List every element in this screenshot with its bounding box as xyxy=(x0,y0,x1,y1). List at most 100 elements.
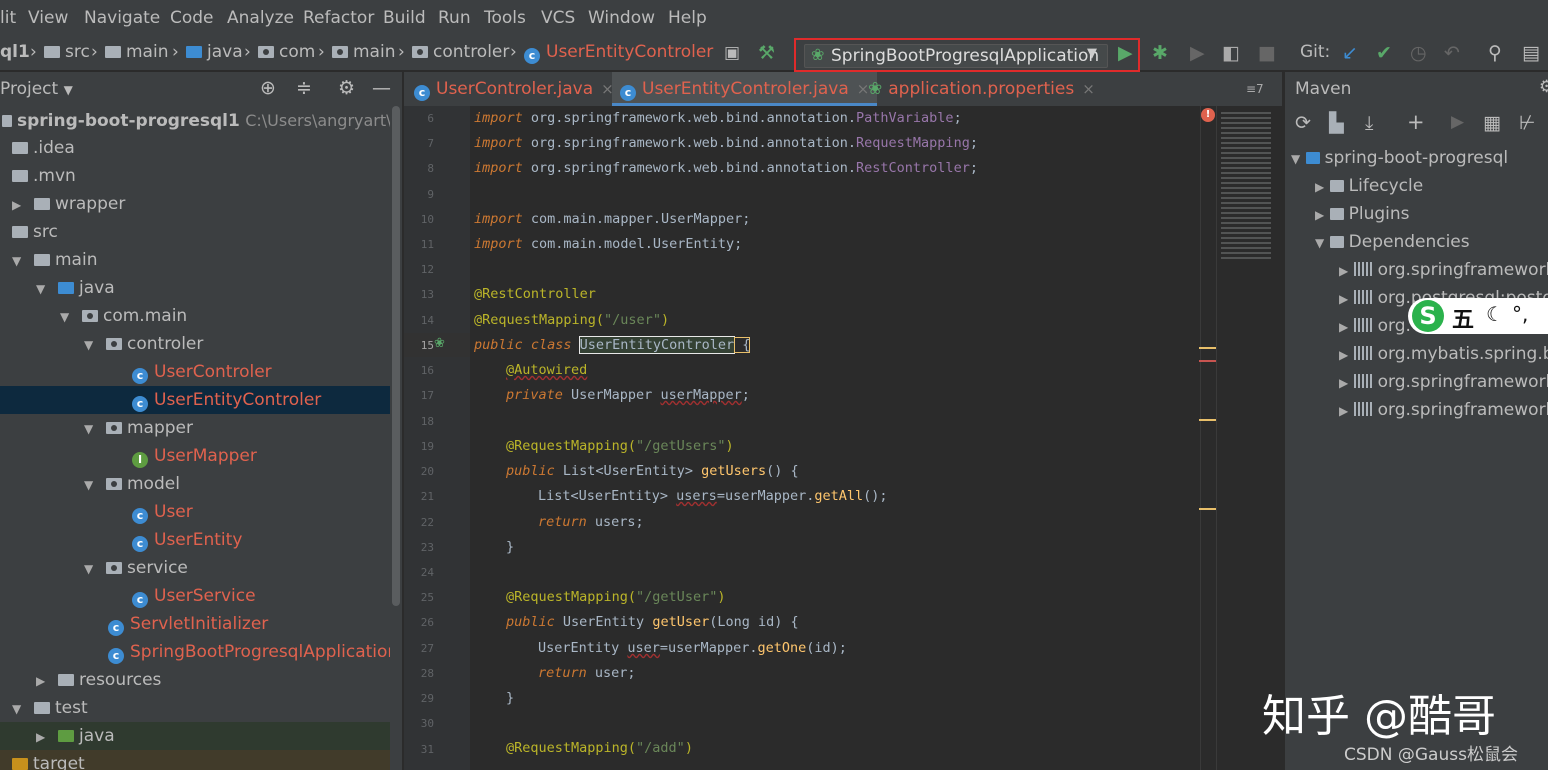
breadcrumb-main[interactable]: main xyxy=(105,42,168,62)
generate-sources-icon[interactable]: ▙ xyxy=(1329,112,1344,134)
tree-item-mvn[interactable]: .mvn xyxy=(0,162,390,190)
tree-item-usermapper[interactable]: I UserMapper xyxy=(0,442,390,470)
project-tree-scrollbar[interactable] xyxy=(390,106,402,770)
menu-refactor[interactable]: Refactor xyxy=(303,8,374,28)
run-coverage-icon[interactable]: ▶ xyxy=(1190,42,1205,64)
toggle-offline-icon[interactable]: ⊬ xyxy=(1519,112,1536,134)
close-icon[interactable]: × xyxy=(1082,80,1095,98)
tree-item-servletinitializer[interactable]: c ServletInitializer xyxy=(0,610,390,638)
maven-item-project[interactable]: ▼ spring-boot-progresql xyxy=(1291,144,1508,172)
locate-icon[interactable]: ⊕ xyxy=(260,77,276,99)
chevron-right-icon[interactable]: ▶ xyxy=(1339,348,1348,362)
chevron-down-icon[interactable]: ▼ xyxy=(84,331,98,359)
terminal-icon[interactable]: ▣ xyxy=(724,42,740,64)
chevron-right-icon[interactable]: ▶ xyxy=(36,723,50,751)
tab-userentitycontroler[interactable]: c UserEntityControler.java × xyxy=(612,72,878,106)
maven-dependency[interactable]: ▶ org.springframework. xyxy=(1339,256,1548,284)
scrollbar-thumb[interactable] xyxy=(392,106,400,606)
menu-view[interactable]: View xyxy=(28,8,68,28)
maven-item-dependencies[interactable]: ▼ Dependencies xyxy=(1315,228,1470,256)
tree-item-userentitycontroler[interactable]: c UserEntityControler xyxy=(0,386,390,414)
tree-item-java[interactable]: ▼ java xyxy=(0,274,390,302)
breadcrumb-com[interactable]: com xyxy=(258,42,315,62)
error-marker[interactable] xyxy=(1199,360,1217,362)
tree-item-springbootprogresqlapplication[interactable]: c SpringBootProgresqlApplication xyxy=(0,638,390,666)
chevron-down-icon[interactable]: ▼ xyxy=(12,695,26,723)
project-structure-icon[interactable]: ▤ xyxy=(1522,42,1540,64)
execute-goal-icon[interactable]: ▦ xyxy=(1483,112,1501,134)
debug-bug-icon[interactable]: ✱ xyxy=(1152,42,1168,64)
chevron-down-icon[interactable]: ▼ xyxy=(12,247,26,275)
moon-icon[interactable]: ☾ xyxy=(1486,302,1504,326)
spring-bean-gutter-icon[interactable]: ❀ xyxy=(434,336,445,351)
error-icon[interactable]: ! xyxy=(1201,108,1215,122)
run-configuration-select[interactable]: ❀ SpringBootProgresqlApplication ▼ xyxy=(804,44,1108,68)
chevron-down-icon[interactable]: ▼ xyxy=(60,303,74,331)
stop-icon[interactable]: ■ xyxy=(1258,42,1276,64)
sogou-ime-icon[interactable]: S xyxy=(1412,300,1444,332)
maven-dependency[interactable]: ▶ org. xyxy=(1339,312,1411,340)
tree-item-main[interactable]: ▼ main xyxy=(0,246,390,274)
tree-item-usercontroler[interactable]: c UserControler xyxy=(0,358,390,386)
chevron-right-icon[interactable]: ▶ xyxy=(1315,180,1324,194)
run-maven-icon[interactable]: ▶ xyxy=(1451,112,1464,132)
tree-item-test-java[interactable]: ▶ java xyxy=(0,722,390,750)
warning-marker[interactable] xyxy=(1199,508,1217,510)
tree-item-mapper[interactable]: ▼ mapper xyxy=(0,414,390,442)
tab-list-menu[interactable]: ≡7 xyxy=(1246,82,1264,96)
menu-code[interactable]: Code xyxy=(170,8,214,28)
chevron-right-icon[interactable]: ▶ xyxy=(1339,292,1348,306)
build-hammer-icon[interactable]: ⚒ xyxy=(758,42,775,64)
gear-icon[interactable]: ⚙ xyxy=(338,77,355,99)
download-icon[interactable]: ⤓ xyxy=(1365,112,1373,134)
chevron-right-icon[interactable]: ▶ xyxy=(36,667,50,695)
tree-item-src[interactable]: src xyxy=(0,218,390,246)
chevron-down-icon[interactable]: ▼ xyxy=(84,555,98,583)
git-commit-icon[interactable]: ✔ xyxy=(1376,42,1392,64)
tab-application-properties[interactable]: ❀ application.properties × xyxy=(860,72,1103,106)
tree-item-service[interactable]: ▼ service xyxy=(0,554,390,582)
project-view-select[interactable]: Project ▼ xyxy=(0,79,73,99)
breadcrumb-src[interactable]: src xyxy=(44,42,90,62)
ime-mode-label[interactable]: 五 xyxy=(1452,302,1474,334)
chevron-down-icon[interactable]: ▼ xyxy=(84,471,98,499)
chevron-right-icon[interactable]: ▶ xyxy=(12,191,26,219)
menu-edit[interactable]: lit xyxy=(0,8,16,28)
menu-analyze[interactable]: Analyze xyxy=(227,8,294,28)
search-icon[interactable]: ⚲ xyxy=(1488,42,1502,64)
collapse-all-icon[interactable]: ≑ xyxy=(296,77,312,99)
maven-dependency[interactable]: ▶ org.mybatis.spring.bo xyxy=(1339,340,1548,368)
tree-item-resources[interactable]: ▶ resources xyxy=(0,666,390,694)
maven-item-plugins[interactable]: ▶ Plugins xyxy=(1315,200,1410,228)
tree-item-userservice[interactable]: c UserService xyxy=(0,582,390,610)
tree-item-project-root[interactable]: spring-boot-progresql1 C:\Users\angryart… xyxy=(0,107,390,135)
chevron-down-icon[interactable]: ▼ xyxy=(1291,152,1300,166)
chevron-right-icon[interactable]: ▶ xyxy=(1339,320,1348,334)
chevron-down-icon[interactable]: ▼ xyxy=(1315,236,1324,250)
menu-vcs[interactable]: VCS xyxy=(541,8,575,28)
breadcrumb-project[interactable]: ql1 xyxy=(0,42,30,62)
git-update-icon[interactable]: ↙ xyxy=(1342,42,1358,64)
minimize-icon[interactable]: — xyxy=(372,77,391,99)
code-minimap[interactable] xyxy=(1216,106,1283,770)
maven-dependency[interactable]: ▶ org.springframework. xyxy=(1339,368,1548,396)
punctuation-icon[interactable]: °, xyxy=(1512,302,1528,326)
tree-item-target[interactable]: target xyxy=(0,750,390,770)
ime-toolbar[interactable]: S 五 ☾ °, xyxy=(1408,298,1548,334)
tab-usercontroler[interactable]: c UserControler.java × xyxy=(406,72,622,106)
git-rollback-icon[interactable]: ↶ xyxy=(1444,42,1460,64)
chevron-down-icon[interactable]: ▼ xyxy=(36,275,50,303)
profiler-icon[interactable]: ◧ xyxy=(1222,42,1240,64)
tree-item-controler[interactable]: ▼ controler xyxy=(0,330,390,358)
gear-icon[interactable]: ⚙ xyxy=(1539,77,1548,97)
chevron-right-icon[interactable]: ▶ xyxy=(1339,404,1348,418)
menu-navigate[interactable]: Navigate xyxy=(84,8,160,28)
menu-help[interactable]: Help xyxy=(668,8,707,28)
menu-tools[interactable]: Tools xyxy=(484,8,526,28)
chevron-right-icon[interactable]: ▶ xyxy=(1339,376,1348,390)
error-stripe[interactable]: ! xyxy=(1199,106,1217,770)
tree-item-model[interactable]: ▼ model xyxy=(0,470,390,498)
add-icon[interactable]: + xyxy=(1407,110,1425,134)
reload-icon[interactable]: ⟳ xyxy=(1295,112,1311,134)
menu-window[interactable]: Window xyxy=(588,8,655,28)
